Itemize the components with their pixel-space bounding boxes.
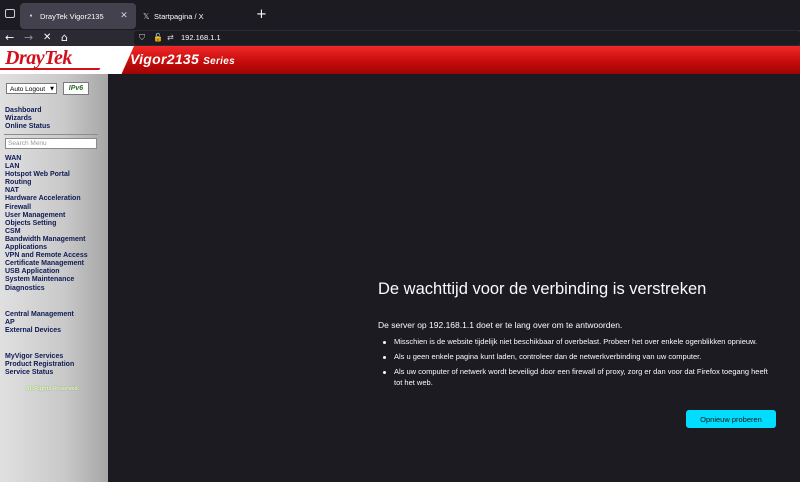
router-sidebar: Auto Logout ▼ IPv6 Dashboard Wizards Online…: [0, 74, 108, 482]
permissions-icon[interactable]: ⇄: [167, 31, 174, 45]
address-bar[interactable]: ⛉ 🔓 ⇄ 192.168.1.1: [134, 31, 800, 45]
sidebar-item-routing[interactable]: Routing: [5, 179, 88, 187]
x-logo-icon: 𝕏: [143, 11, 150, 21]
retry-button[interactable]: Opnieuw proberen: [686, 410, 776, 428]
model-number: Vigor2135: [130, 51, 200, 67]
search-menu-input[interactable]: Search Menu: [5, 138, 97, 149]
menu-central-group: Central Management AP External Devices: [5, 311, 74, 335]
sidebar-item-service-status[interactable]: Service Status: [5, 369, 74, 377]
shield-icon[interactable]: ⛉: [139, 31, 145, 45]
sidebar-item-dashboard[interactable]: Dashboard: [5, 107, 50, 115]
model-series: Series: [203, 56, 235, 67]
sidebar-item-diagnostics[interactable]: Diagnostics: [5, 285, 88, 293]
menu-top-group: Dashboard Wizards Online Status: [5, 107, 50, 131]
error-title: De wachttijd voor de verbinding is verst…: [378, 280, 707, 298]
sidebar-controls: Auto Logout ▼ IPv6: [0, 74, 108, 104]
copyright-text: All Rights Reserved.: [25, 386, 80, 392]
sidebar-item-applications[interactable]: Applications: [5, 244, 88, 252]
forward-icon[interactable]: →: [24, 30, 33, 46]
sidebar-item-objects-setting[interactable]: Objects Setting: [5, 220, 88, 228]
error-suggestions: Misschien is de website tijdelijk niet b…: [378, 337, 778, 393]
error-lead: De server op 192.168.1.1 doet er te lang…: [378, 320, 623, 330]
error-suggestion: Als uw computer of netwerk wordt beveili…: [378, 367, 778, 388]
sidebar-item-hardware-acceleration[interactable]: Hardware Acceleration: [5, 195, 88, 203]
sidebar-item-product-registration[interactable]: Product Registration: [5, 361, 74, 369]
new-tab-icon[interactable]: +: [256, 8, 267, 21]
tab-title: Startpagina / X: [154, 11, 204, 21]
draytek-logo: DrayTek: [5, 47, 72, 69]
sidebar-item-hotspot-web-portal[interactable]: Hotspot Web Portal: [5, 171, 88, 179]
firefox-view-icon[interactable]: [5, 9, 15, 18]
browser-tab-bar: ● DrayTek Vigor2135 ✕ 𝕏 Startpagina / X …: [0, 0, 800, 30]
sidebar-item-system-maintenance[interactable]: System Maintenance: [5, 276, 88, 284]
error-suggestion: Als u geen enkele pagina kunt laden, con…: [378, 352, 778, 363]
sidebar-item-certificate-management[interactable]: Certificate Management: [5, 260, 88, 268]
url-text: 192.168.1.1: [181, 33, 221, 42]
model-name: Vigor2135 Series: [130, 51, 235, 67]
router-banner: DrayTek Vigor2135 Series: [0, 46, 800, 74]
sidebar-item-ap[interactable]: AP: [5, 319, 74, 327]
auto-logout-select[interactable]: Auto Logout ▼: [6, 83, 57, 94]
sidebar-item-myvigor-services[interactable]: MyVigor Services: [5, 353, 74, 361]
tab-draytek[interactable]: ● DrayTek Vigor2135 ✕: [20, 3, 136, 29]
lock-icon[interactable]: 🔓: [153, 31, 163, 45]
menu-main-group: WAN LAN Hotspot Web Portal Routing NAT Hardwa…: [5, 155, 88, 293]
dot-icon: ●: [29, 13, 33, 19]
ipv6-badge[interactable]: IPv6: [63, 82, 89, 95]
tab-startpagina-x[interactable]: 𝕏 Startpagina / X: [137, 3, 252, 29]
sidebar-item-nat[interactable]: NAT: [5, 187, 88, 195]
stop-icon[interactable]: ✕: [43, 30, 51, 46]
close-tab-icon[interactable]: ✕: [118, 11, 130, 21]
sidebar-item-central-management[interactable]: Central Management: [5, 311, 74, 319]
error-suggestion: Misschien is de website tijdelijk niet b…: [378, 337, 778, 348]
sidebar-item-csm[interactable]: CSM: [5, 228, 88, 236]
sidebar-item-wan[interactable]: WAN: [5, 155, 88, 163]
sidebar-item-online-status[interactable]: Online Status: [5, 123, 50, 131]
menu-myvigor-group: MyVigor Services Product Registration Serv…: [5, 353, 74, 377]
chevron-down-icon: ▼: [50, 86, 54, 92]
tab-title: DrayTek Vigor2135: [40, 11, 104, 21]
sidebar-item-user-management[interactable]: User Management: [5, 212, 88, 220]
sidebar-item-external-devices[interactable]: External Devices: [5, 327, 74, 335]
menu-divider: [4, 134, 98, 135]
sidebar-item-lan[interactable]: LAN: [5, 163, 88, 171]
back-icon[interactable]: ←: [5, 30, 14, 46]
home-icon[interactable]: ⌂: [61, 30, 68, 46]
sidebar-item-usb-application[interactable]: USB Application: [5, 268, 88, 276]
connection-timeout-error: De wachttijd voor de verbinding is verst…: [378, 280, 778, 428]
sidebar-item-firewall[interactable]: Firewall: [5, 204, 88, 212]
navigation-bar: ← → ✕ ⌂ ⛉ 🔓 ⇄ 192.168.1.1: [0, 30, 800, 46]
sidebar-item-vpn-and-remote-access[interactable]: VPN and Remote Access: [5, 252, 88, 260]
sidebar-item-wizards[interactable]: Wizards: [5, 115, 50, 123]
sidebar-item-bandwidth-management[interactable]: Bandwidth Management: [5, 236, 88, 244]
auto-logout-value: Auto Logout: [10, 86, 46, 93]
